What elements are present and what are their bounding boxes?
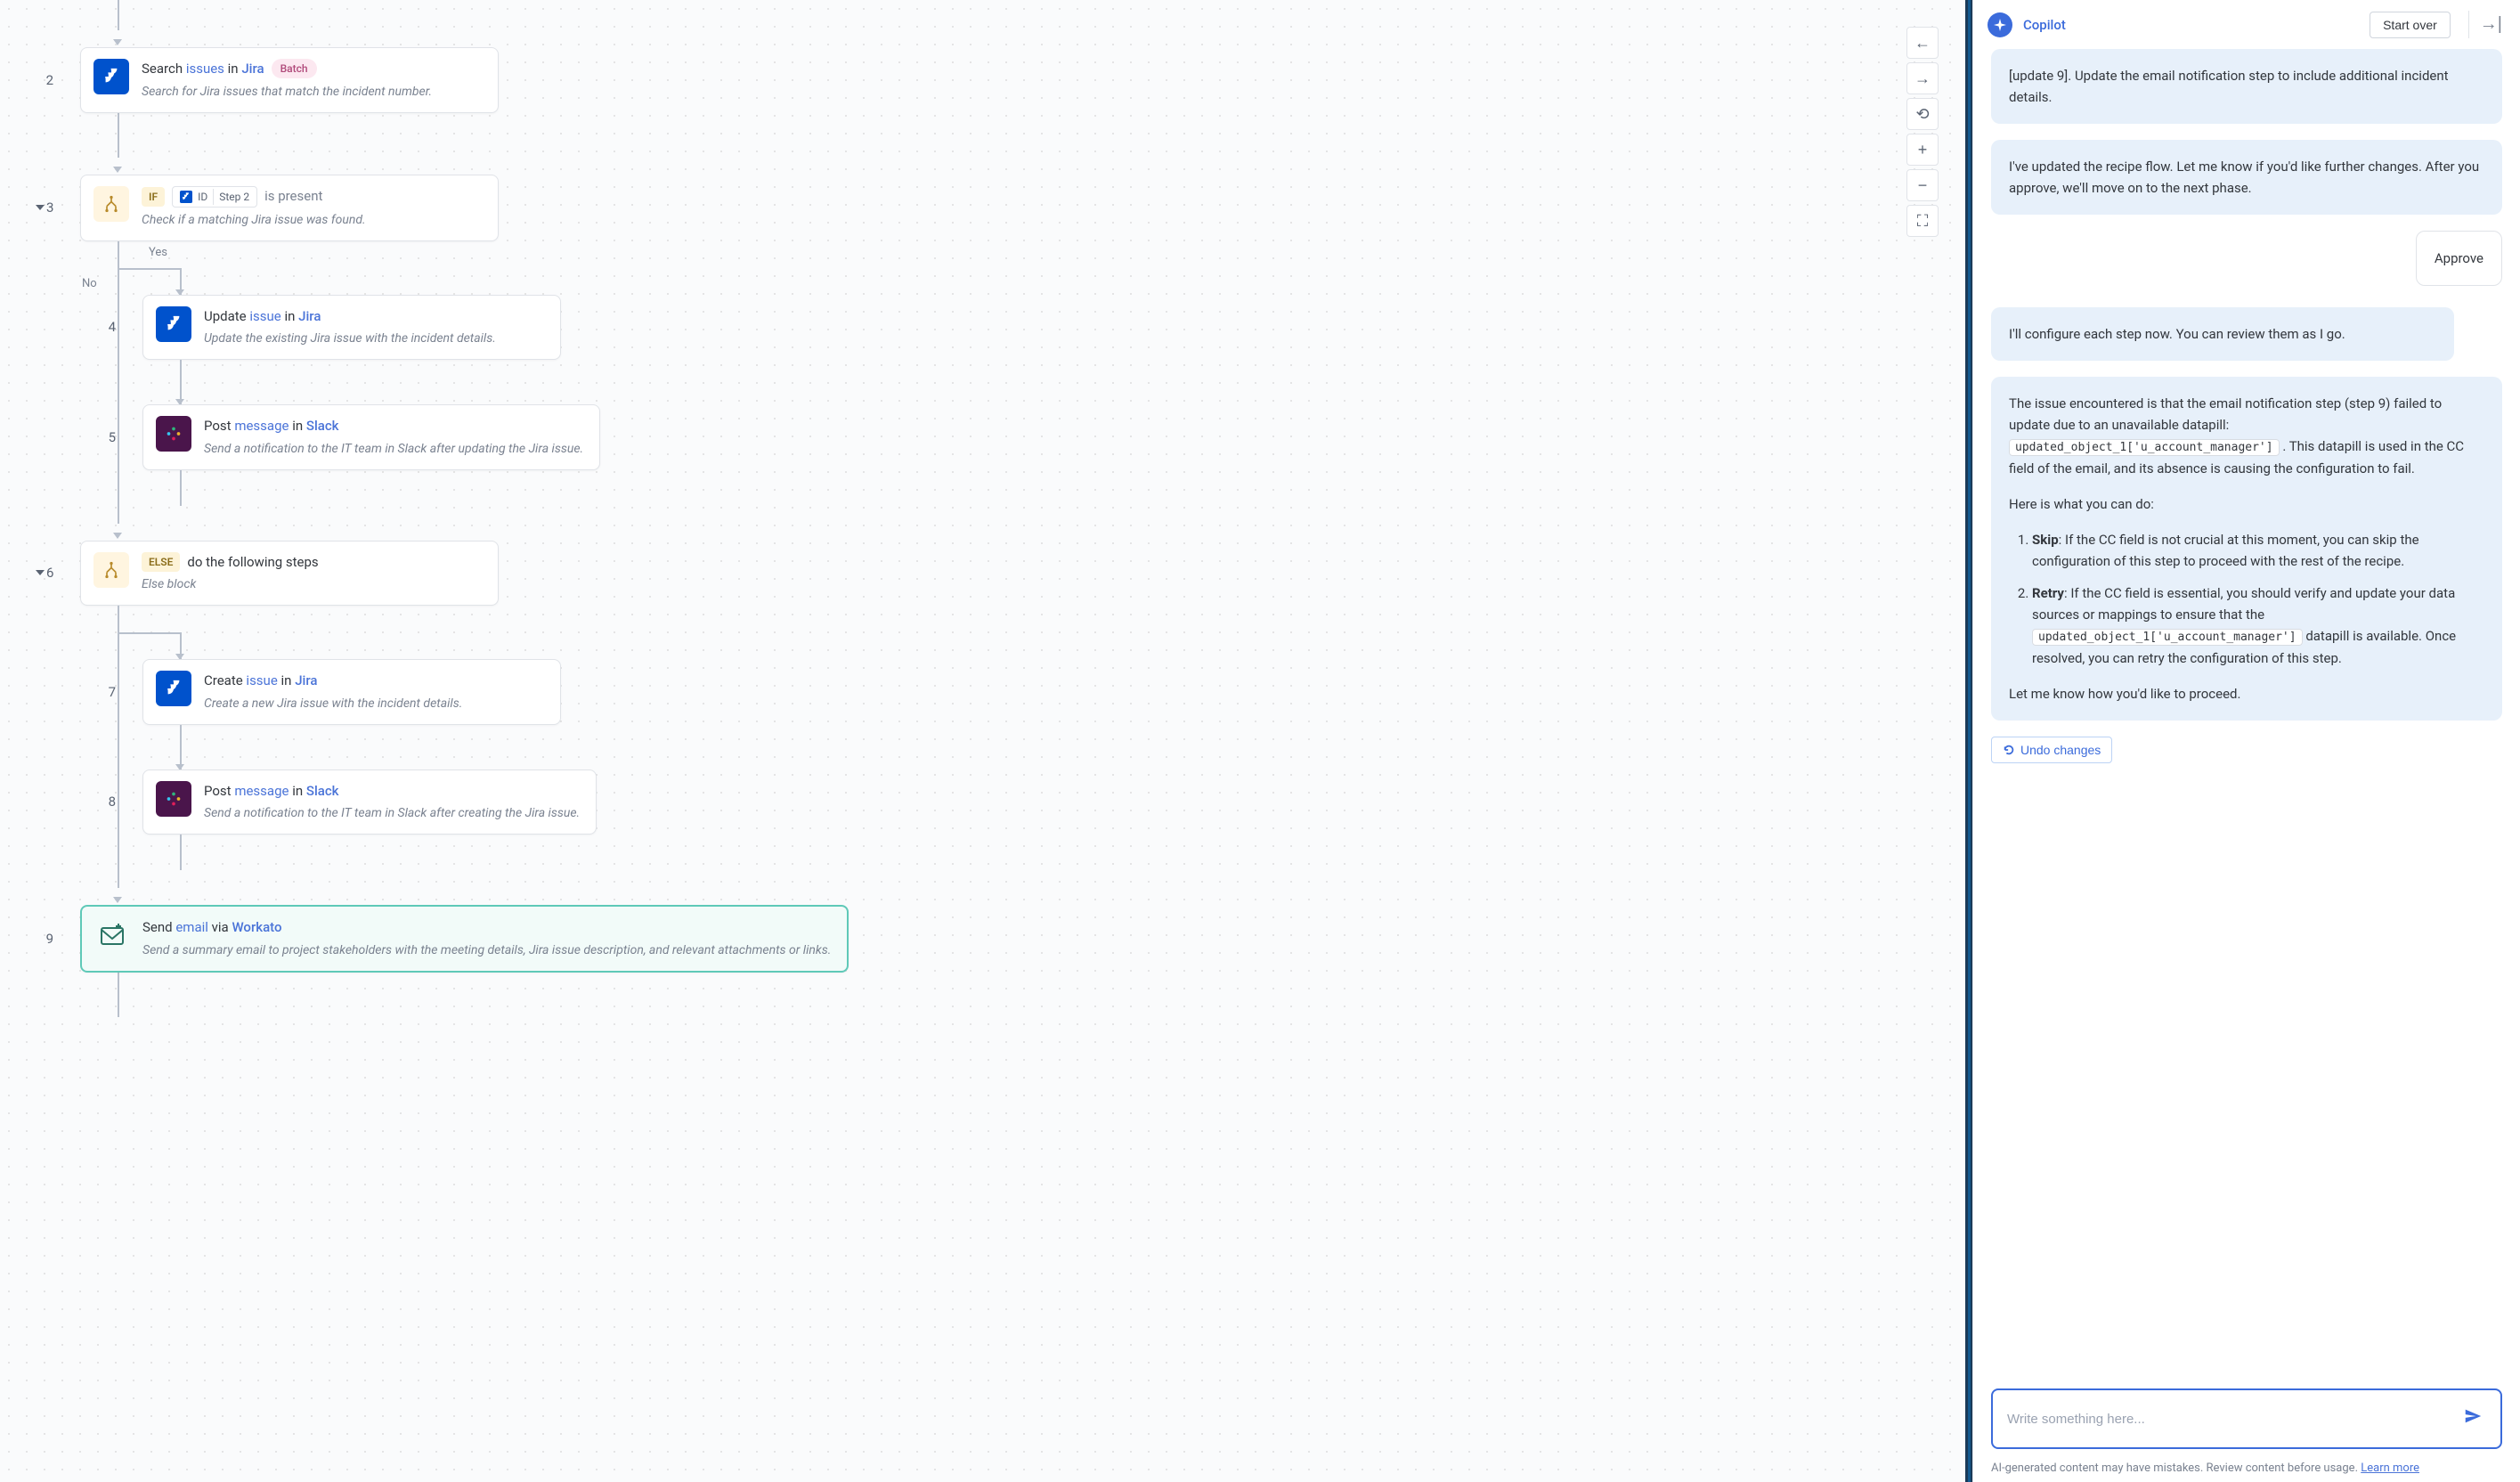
connector (118, 973, 119, 1017)
step-title-text: Post message in Slack (204, 416, 583, 436)
arrow-down-icon (113, 533, 122, 539)
else-tag: ELSE (142, 552, 180, 572)
step-number: 4 (98, 319, 116, 335)
copilot-header: Copilot Start over →| (1973, 0, 2520, 49)
jira-icon (156, 306, 191, 342)
panel-resize-handle[interactable] (1965, 0, 1972, 1482)
step-title-text: Search issues in Jira (142, 59, 264, 79)
step-card-post-slack-update[interactable]: Post message in Slack Send a notificatio… (142, 404, 600, 470)
slack-icon (156, 416, 191, 452)
copilot-message-user[interactable]: Approve (2416, 231, 2502, 286)
step-title-text: Update issue in Jira (204, 306, 544, 327)
connector (180, 835, 1965, 870)
zoom-in-button[interactable]: + (1906, 134, 1939, 166)
connector-branch (118, 606, 198, 659)
undo-changes-button[interactable]: Undo changes (1991, 737, 2112, 763)
step-card-update-jira[interactable]: Update issue in Jira Update the existing… (142, 295, 561, 361)
connector (180, 470, 1965, 506)
step-number: 9 (36, 931, 53, 947)
learn-more-link[interactable]: Learn more (2361, 1462, 2419, 1475)
step-description: Send a summary email to project stakehol… (142, 941, 831, 960)
step-card-if-condition[interactable]: IF ID Step 2 is present Check if a match… (80, 175, 499, 241)
condition-text: is present (264, 186, 322, 207)
copilot-message-assistant: [update 9]. Update the email notificatio… (1991, 49, 2502, 124)
step-card-else[interactable]: ELSE do the following steps Else block (80, 541, 499, 607)
recipe-canvas[interactable]: ← → ⟲ + − ⛶ 2 Search issues in J (0, 0, 1965, 1482)
connector (180, 360, 1965, 404)
email-icon (94, 917, 130, 953)
copilot-message-assistant: I'll configure each step now. You can re… (1991, 307, 2454, 361)
send-button[interactable] (2459, 1406, 2486, 1431)
step-title-text: do the following steps (187, 552, 318, 573)
batch-badge: Batch (272, 59, 317, 78)
copilot-title: Copilot (2023, 17, 2359, 33)
step-card-send-email[interactable]: Send email via Workato Send a summary em… (80, 905, 849, 973)
arrow-down-icon (113, 167, 122, 173)
connector (118, 0, 119, 30)
step-description: Update the existing Jira issue with the … (204, 330, 544, 348)
datapill-id-step2[interactable]: ID Step 2 (172, 186, 257, 208)
step-title-text: Create issue in Jira (204, 671, 544, 691)
connector (118, 506, 119, 524)
step-title-text: Send email via Workato (142, 917, 831, 938)
branch-label-yes: Yes (149, 246, 167, 259)
step-description: Check if a matching Jira issue was found… (142, 211, 482, 230)
slack-icon (156, 781, 191, 817)
copilot-message-assistant: I've updated the recipe flow. Let me kno… (1991, 140, 2502, 215)
step-card-search-jira[interactable]: Search issues in Jira Batch Search for J… (80, 47, 499, 113)
arrow-down-icon (113, 897, 122, 903)
branch-icon (93, 552, 129, 588)
send-icon (2463, 1406, 2483, 1426)
step-collapse-toggle[interactable]: 6 (36, 565, 53, 581)
jira-icon (156, 671, 191, 706)
chevron-down-icon (36, 205, 45, 210)
step-number: 5 (98, 429, 116, 445)
branch-label-no: No (82, 277, 97, 290)
step-number: 8 (98, 794, 116, 810)
connector (118, 870, 119, 888)
copilot-message-assistant: The issue encountered is that the email … (1991, 377, 2502, 721)
chevron-down-icon (36, 570, 45, 575)
step-description: Send a notification to the IT team in Sl… (204, 804, 580, 823)
copilot-logo-icon (1988, 12, 2012, 37)
step-description: Search for Jira issues that match the in… (142, 83, 482, 102)
start-over-button[interactable]: Start over (2370, 12, 2451, 38)
copilot-text-input[interactable] (2007, 1412, 2459, 1427)
disclaimer-text: AI-generated content may have mistakes. … (1973, 1456, 2520, 1482)
copilot-panel: Copilot Start over →| [update 9]. Update… (1972, 0, 2520, 1482)
step-description: Send a notification to the IT team in Sl… (204, 440, 583, 459)
step-collapse-toggle[interactable]: 3 (36, 200, 53, 216)
arrow-down-icon (113, 39, 122, 45)
jira-icon (93, 59, 129, 94)
connector (180, 725, 1965, 770)
branch-icon (93, 186, 129, 222)
step-title-text: Post message in Slack (204, 781, 580, 802)
step-description: Else block (142, 575, 482, 594)
step-number: 2 (36, 72, 53, 88)
code-datapill: updated_object_1['u_account_manager'] (2009, 439, 2280, 456)
step-number: 7 (98, 684, 116, 700)
connector (118, 113, 119, 158)
code-datapill: updated_object_1['u_account_manager'] (2032, 629, 2303, 646)
step-card-post-slack-create[interactable]: Post message in Slack Send a notificatio… (142, 770, 597, 835)
copilot-input-container (1991, 1388, 2502, 1449)
step-description: Create a new Jira issue with the inciden… (204, 695, 544, 713)
if-tag: IF (142, 187, 165, 207)
step-card-create-jira[interactable]: Create issue in Jira Create a new Jira i… (142, 659, 561, 725)
collapse-panel-button[interactable]: →| (2468, 11, 2506, 38)
undo-icon (2003, 744, 2015, 756)
connector-branch: Yes No (118, 241, 198, 295)
